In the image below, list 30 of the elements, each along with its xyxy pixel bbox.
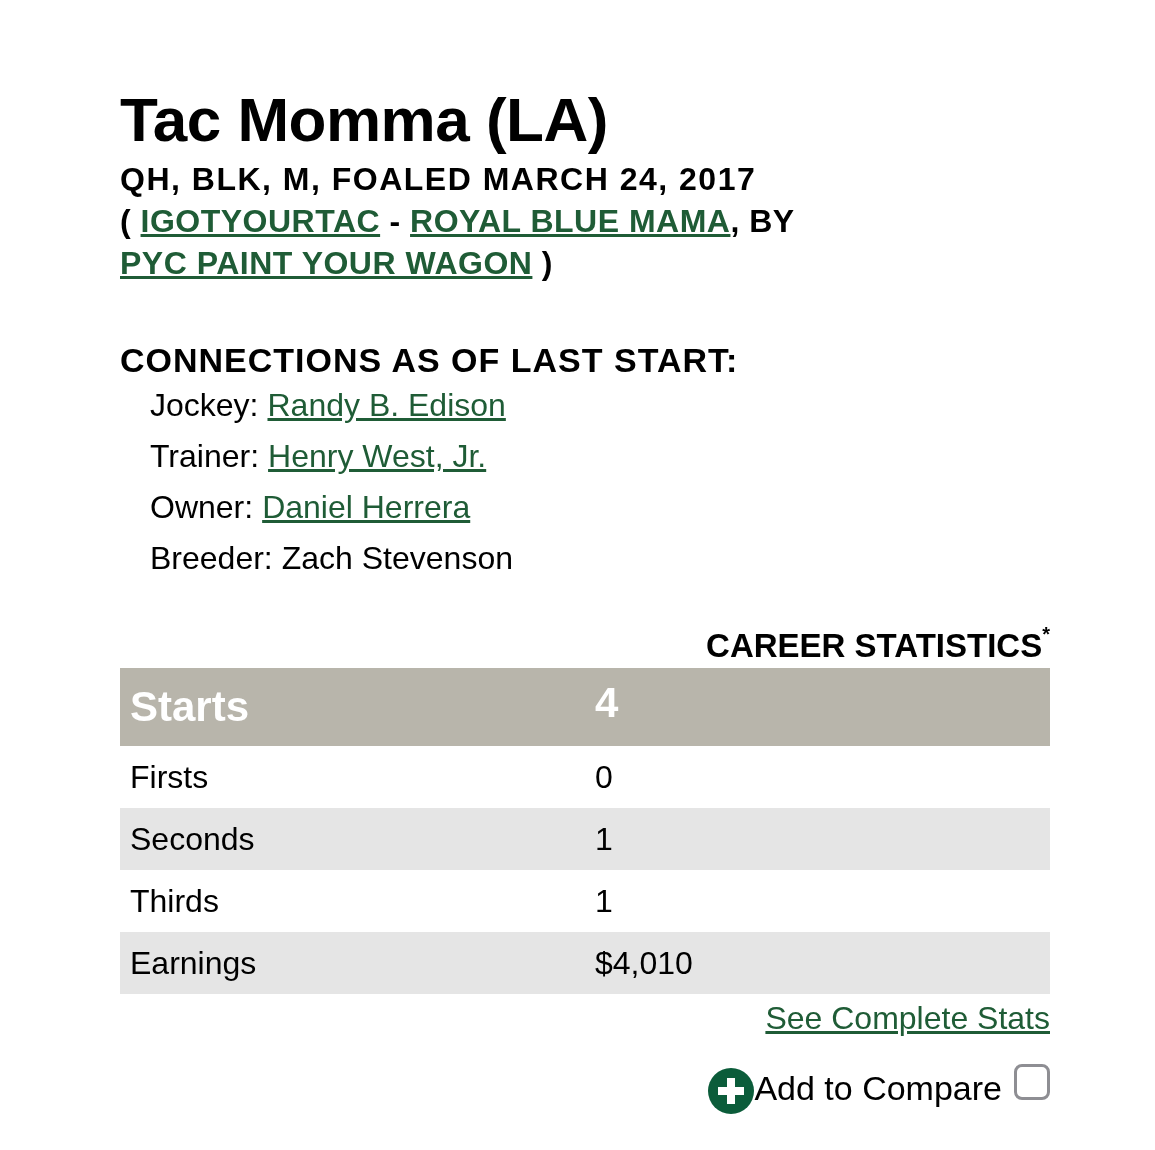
pedigree-link[interactable]: ROYAL BLUE MAMA <box>410 203 731 239</box>
complete-stats-link[interactable]: See Complete Stats <box>765 996 1050 1040</box>
connection-link[interactable]: Henry West, Jr. <box>268 431 487 482</box>
stats-value: 1 <box>594 820 614 858</box>
connection-name: Zach Stevenson <box>281 539 513 578</box>
stats-label: Seconds <box>129 820 256 858</box>
stats-label: Earnings <box>129 944 258 982</box>
career-statistics-heading: CAREER STATISTICS$^{*}$ <box>705 624 1050 666</box>
horse-details: QH, BLK, M, FOALED MARCH 24, 2017 <box>120 160 758 199</box>
stats-value: 0 <box>594 758 614 796</box>
add-icon[interactable] <box>708 1068 755 1114</box>
stats-header-value: 4 <box>594 679 620 727</box>
compare-checkbox[interactable] <box>1014 1064 1050 1100</box>
stats-value: 1 <box>594 882 614 920</box>
connection-label: Trainer: <box>150 437 260 476</box>
pedigree-link[interactable]: PYC PAINT YOUR WAGON <box>120 245 533 281</box>
connection-label: Breeder: <box>150 539 273 578</box>
connection-label: Jockey: <box>150 386 259 425</box>
stats-label: Thirds <box>129 882 220 920</box>
connection-link[interactable]: Daniel Herrera <box>262 482 471 533</box>
horse-name: Tac Momma (LA) <box>120 84 609 156</box>
stats-value: $4,010 <box>594 944 694 982</box>
connections-heading: CONNECTIONS AS OF LAST START: <box>120 340 740 380</box>
stats-label: Firsts <box>129 758 210 796</box>
add-to-compare-label: Add to Compare <box>754 1068 1002 1109</box>
stats-header-label: Starts <box>129 683 251 731</box>
pedigree-link[interactable]: IGOTYOURTAC <box>140 203 381 239</box>
connection-link[interactable]: Randy B. Edison <box>267 380 506 431</box>
pedigree-line: ( IGOTYOURTAC - ROYAL BLUE MAMA, BY PYC PAINT YOUR WAGON ) <box>120 202 796 283</box>
connection-label: Owner: <box>150 488 254 527</box>
